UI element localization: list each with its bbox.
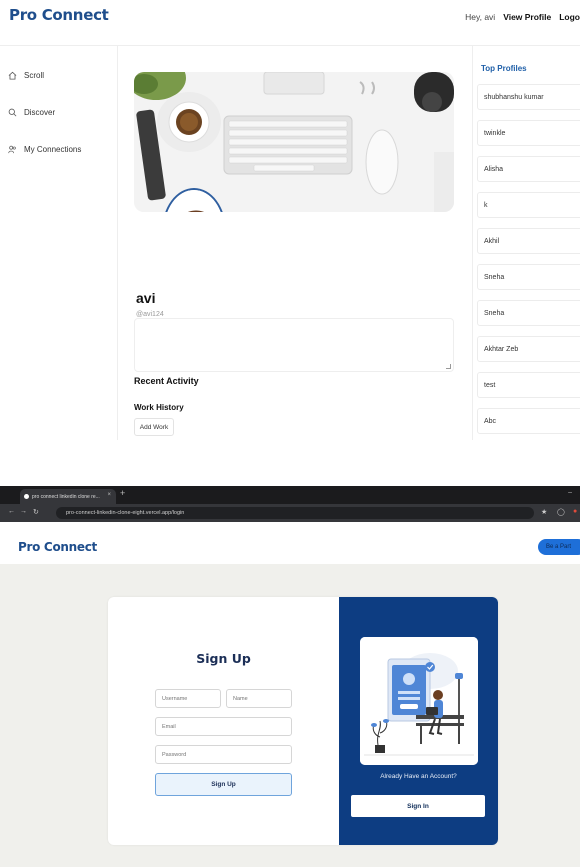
brand-logo[interactable]: Pro Connect — [18, 540, 97, 554]
home-icon — [8, 71, 17, 80]
menu-icon[interactable]: ● — [573, 508, 577, 515]
profile-card[interactable]: test — [477, 372, 580, 398]
browser-tab[interactable]: pro connect linkedin clone re... × — [20, 489, 116, 504]
greeting-text: Hey, avi — [465, 12, 496, 22]
signup-button[interactable]: Sign Up — [155, 773, 292, 796]
profile-card[interactable]: Alisha — [477, 156, 580, 182]
minimize-icon[interactable]: – — [568, 489, 572, 496]
new-tab-icon[interactable]: + — [120, 488, 125, 498]
app-header: Pro Connect Be a Part — [0, 522, 580, 564]
people-icon — [8, 145, 16, 154]
profile-handle: @avi124 — [136, 311, 164, 318]
profile-card[interactable]: Sneha — [477, 264, 580, 290]
profile-icon[interactable]: ◯ — [557, 508, 565, 516]
address-bar-row: ← → ↻ pro-connect-linkedin-clone-eight.v… — [0, 504, 580, 522]
profile-card[interactable]: shubhanshu kumar — [477, 84, 580, 110]
signup-illustration — [360, 637, 478, 765]
signup-heading: Sign Up — [196, 651, 251, 666]
profile-card[interactable]: twinkle — [477, 120, 580, 146]
extensions-icon[interactable]: ★ — [541, 508, 547, 516]
back-icon[interactable]: ← — [8, 508, 15, 515]
tab-title: pro connect linkedin clone re... — [32, 493, 100, 500]
sidebar-item-scroll[interactable]: Scroll — [8, 71, 44, 80]
recent-activity-heading: Recent Activity — [134, 376, 199, 386]
profile-card[interactable]: k — [477, 192, 580, 218]
browser-chrome: pro connect linkedin clone re... × + – ←… — [0, 486, 580, 522]
email-input[interactable] — [155, 717, 292, 736]
tab-bar: pro connect linkedin clone re... × + – — [0, 486, 580, 504]
already-have-account-text: Already Have an Account? — [380, 773, 457, 780]
bio-textarea[interactable] — [134, 318, 454, 372]
add-work-button[interactable]: Add Work — [134, 418, 174, 436]
view-profile-link[interactable]: View Profile — [503, 12, 551, 22]
sidebar-item-my-connections[interactable]: My Connections — [8, 145, 81, 154]
search-icon — [8, 108, 17, 117]
reload-icon[interactable]: ↻ — [33, 508, 39, 516]
username-input[interactable] — [155, 689, 221, 708]
forward-icon[interactable]: → — [20, 508, 27, 515]
close-tab-icon[interactable]: × — [107, 492, 111, 498]
favicon-icon — [24, 494, 29, 499]
url-text: pro-connect-linkedin-clone-eight.vercel.… — [66, 510, 185, 516]
top-nav: Hey, avi View Profile Logo — [465, 12, 580, 22]
signup-form: Sign Up Sign Up — [108, 597, 339, 845]
profile-card[interactable]: Akhtar Zeb — [477, 336, 580, 362]
profile-card[interactable]: Akhil — [477, 228, 580, 254]
profile-card[interactable]: Sneha — [477, 300, 580, 326]
signup-screen: pro connect linkedin clone re... × + – ←… — [0, 486, 580, 867]
be-a-part-button[interactable]: Be a Part — [538, 539, 580, 555]
profile-screen: Pro Connect Hey, avi View Profile Logo S… — [0, 0, 580, 440]
logout-link[interactable]: Logo — [559, 12, 580, 22]
url-input[interactable]: pro-connect-linkedin-clone-eight.vercel.… — [56, 507, 534, 519]
auth-card: Sign Up Sign Up — [108, 597, 498, 845]
sidebar-item-label: Discover — [24, 108, 56, 117]
brand-logo[interactable]: Pro Connect — [9, 6, 109, 24]
profile-main: avi @avi124 Recent Activity Work History… — [118, 46, 472, 440]
person-on-bench-illustration — [360, 637, 478, 765]
sidebar: Scroll Discover My Connections — [0, 46, 118, 440]
signin-button[interactable]: Sign In — [351, 795, 485, 817]
top-profiles-title: Top Profiles — [481, 64, 527, 73]
signin-panel: Already Have an Account? Sign In — [339, 597, 498, 845]
name-input[interactable] — [226, 689, 292, 708]
cover-photo — [134, 72, 454, 212]
sidebar-item-label: My Connections — [24, 145, 82, 154]
sidebar-item-label: Scroll — [24, 71, 45, 80]
password-input[interactable] — [155, 745, 292, 764]
profile-name: avi — [136, 290, 156, 306]
work-history-heading: Work History — [134, 403, 184, 412]
resize-grip-icon[interactable] — [446, 364, 451, 369]
profile-card[interactable]: Abc — [477, 408, 580, 434]
sidebar-item-discover[interactable]: Discover — [8, 108, 55, 117]
top-profiles-panel: Top Profiles shubhanshu kumar twinkle Al… — [472, 46, 580, 440]
